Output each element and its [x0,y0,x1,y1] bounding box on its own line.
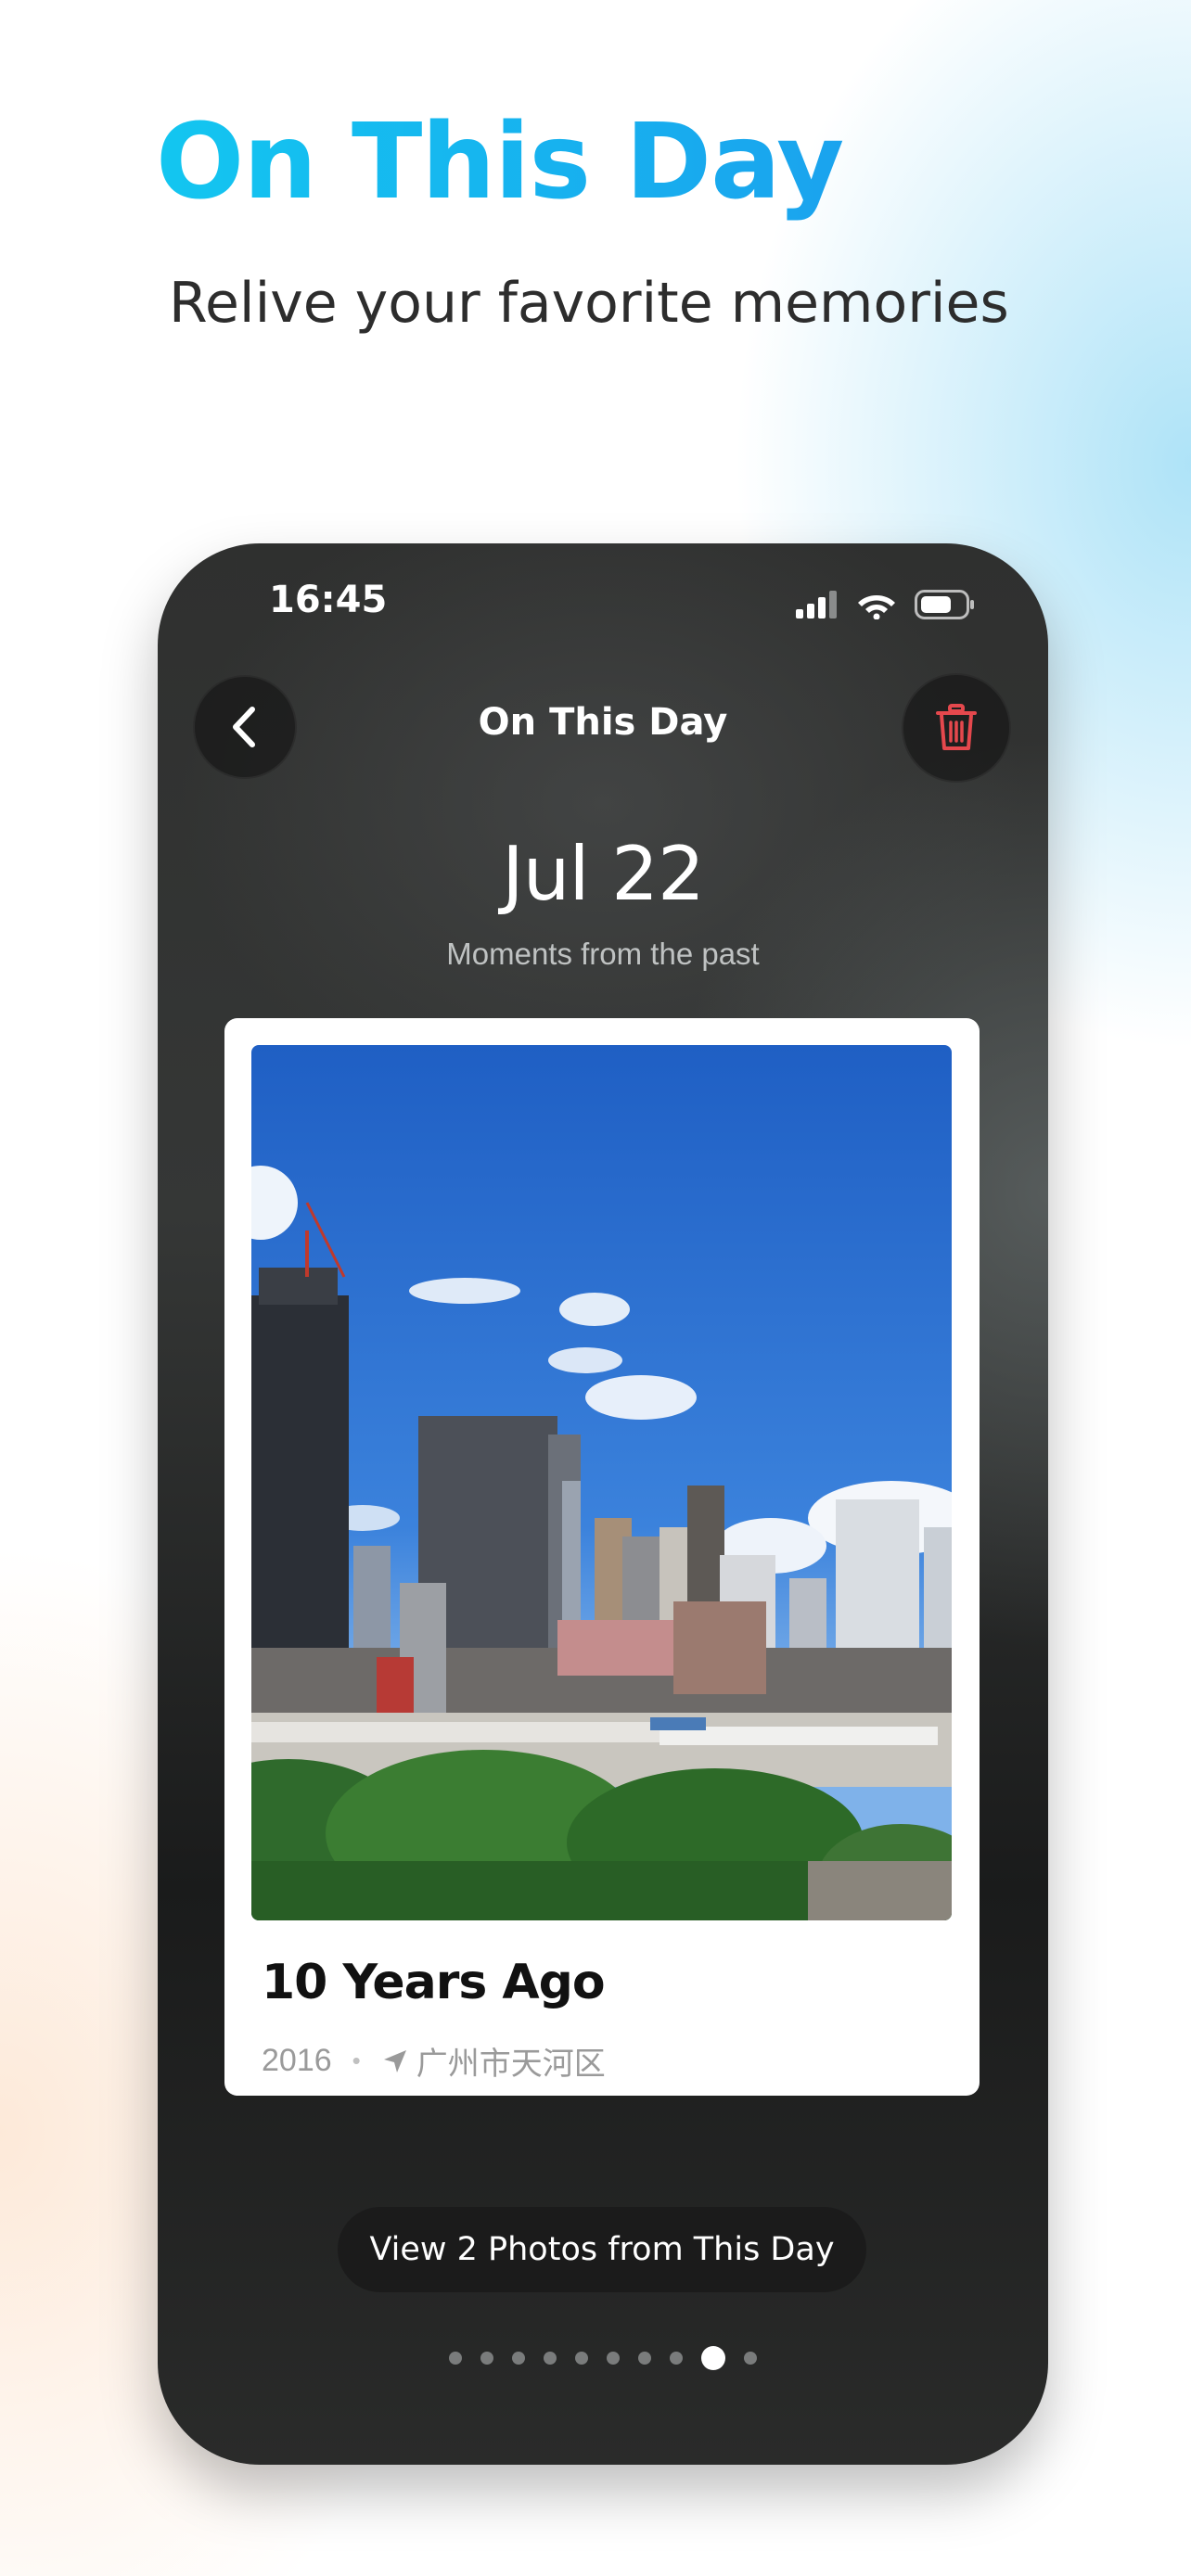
city-skyline-photo [251,1045,952,1920]
page-dot[interactable] [480,2352,493,2365]
page-indicator[interactable] [158,2346,1048,2370]
status-icons [796,590,976,619]
battery-icon [915,590,974,619]
page-dot[interactable] [575,2352,588,2365]
promo-tagline: Relive your favorite memories [169,271,1009,336]
meta-separator: • [352,2047,361,2074]
memory-subtitle: Moments from the past [446,937,760,971]
wifi-icon [858,595,895,619]
memory-year: 2016 [262,2043,332,2078]
location-arrow-icon [383,2049,406,2072]
phone-frame: 16:45 On This Day Jul 22 Moments from th… [158,543,1048,2465]
page-dot[interactable] [449,2352,462,2365]
page-dot-active[interactable] [701,2346,725,2370]
memory-meta: 2016 • 广州市天河区 [262,2038,606,2084]
cellular-signal-icon [796,591,837,618]
view-photos-button[interactable]: View 2 Photos from This Day [338,2207,866,2292]
page-dot[interactable] [638,2352,651,2365]
delete-button[interactable] [902,673,1011,783]
trash-icon [936,704,977,750]
promo-headline: On This Day [156,100,844,224]
page-dot[interactable] [607,2352,620,2365]
page-dot[interactable] [744,2352,757,2365]
status-time: 16:45 [269,579,388,621]
page-dot[interactable] [512,2352,525,2365]
memory-card[interactable]: 10 Years Ago 2016 • 广州市天河区 [224,1018,980,2096]
page-dot[interactable] [670,2352,683,2365]
memory-title: 10 Years Ago [262,1955,606,2010]
memory-location: 广州市天河区 [416,2047,606,2082]
memory-photo[interactable] [251,1045,952,1920]
memory-date: Jul 22 [502,831,705,917]
page-dot[interactable] [544,2352,557,2365]
